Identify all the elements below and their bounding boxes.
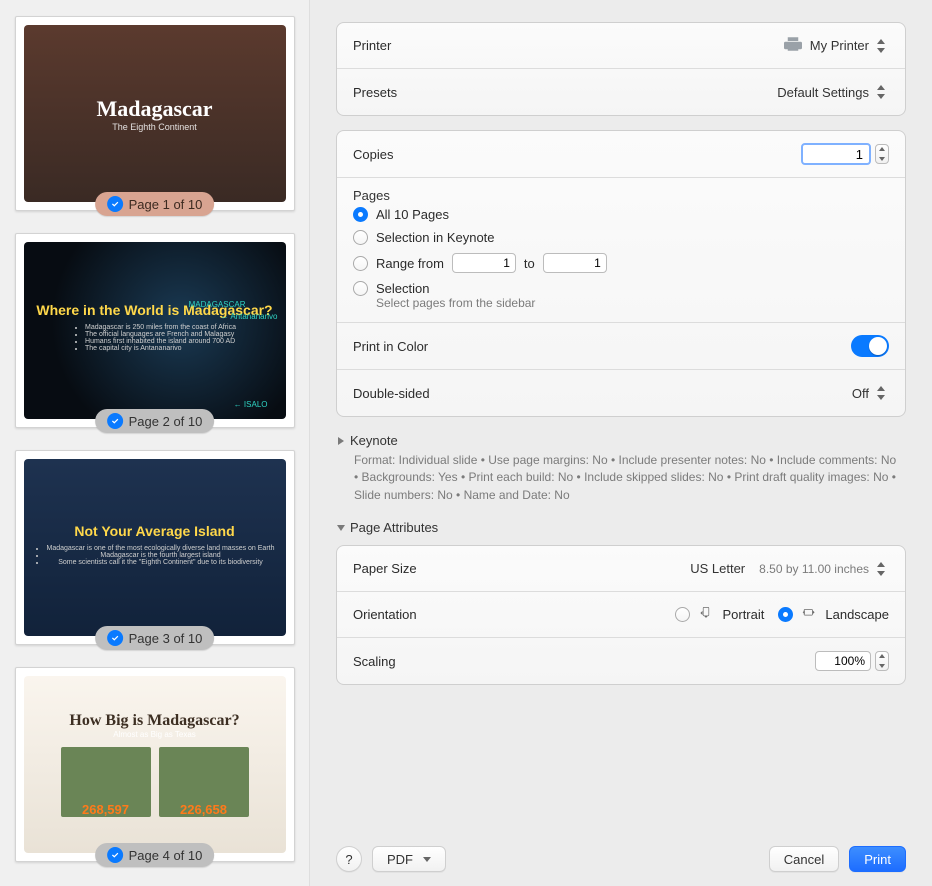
page-chip[interactable]: Page 3 of 10 [95,626,215,650]
popup-chevrons-icon [875,385,889,401]
check-icon[interactable] [107,630,123,646]
thumbnail-page-1[interactable]: Madagascar The Eighth Continent Page 1 o… [15,16,295,211]
page-chip[interactable]: Page 2 of 10 [95,409,215,433]
dropdown-icon [423,857,431,862]
radio-label: Landscape [825,607,889,622]
page-chip-label: Page 1 of 10 [129,197,203,212]
printer-icon [784,37,804,54]
pages-section-label: Pages [337,178,905,205]
map-label: ← ISALO [234,400,268,409]
orientation-portrait-icon [698,606,714,623]
check-icon[interactable] [107,413,123,429]
pages-selection-option[interactable]: Selection [353,281,889,296]
double-sided-label: Double-sided [353,386,430,401]
page-sidebar: Madagascar The Eighth Continent Page 1 o… [0,0,310,886]
paper-size-desc: 8.50 by 11.00 inches [759,562,869,576]
keynote-disclosure[interactable]: Keynote [336,431,906,452]
keynote-format-details: Format: Individual slide • Use page marg… [336,452,906,504]
popup-chevrons-icon [875,561,889,577]
printer-label: Printer [353,38,391,53]
radio-label: Selection in Keynote [376,230,495,245]
page-chip-label: Page 2 of 10 [129,414,203,429]
page-chip[interactable]: Page 1 of 10 [95,192,215,216]
print-options-panel: Printer My Printer Presets Default Setti… [310,0,932,886]
printer-popup[interactable]: My Printer [784,37,889,54]
pdf-label: PDF [387,852,413,867]
check-icon[interactable] [107,847,123,863]
orientation-landscape-icon [801,606,817,623]
radio-icon [353,207,368,222]
dialog-footer: ? PDF Cancel Print [336,836,906,872]
scaling-label: Scaling [353,654,396,669]
pages-range-option[interactable]: Range from to [353,253,889,273]
print-button[interactable]: Print [849,846,906,872]
pages-all-option[interactable]: All 10 Pages [353,207,889,222]
slide-title: Not Your Average Island [74,523,234,539]
page-chip[interactable]: Page 4 of 10 [95,843,215,867]
range-to-input[interactable] [543,253,607,273]
selection-hint: Select pages from the sidebar [376,296,889,310]
disclosure-triangle-icon [338,437,344,445]
radio-icon [353,281,368,296]
thumbnail-page-3[interactable]: Not Your Average Island Madagascar is on… [15,450,295,645]
page-attributes-title: Page Attributes [350,520,438,535]
pages-selection-in-app-option[interactable]: Selection in Keynote [353,230,889,245]
thumbnail-page-4[interactable]: How Big is Madagascar? Almost as Big as … [15,667,295,862]
double-sided-popup[interactable]: Off [852,385,889,401]
help-button[interactable]: ? [336,846,362,872]
map-label: MADAGASCAR [189,300,246,309]
printer-value: My Printer [810,38,869,53]
pdf-dropdown-button[interactable]: PDF [372,846,446,872]
slide-subtitle: The Eighth Continent [112,122,197,132]
popup-chevrons-icon [875,84,889,100]
range-to-label: to [524,256,535,271]
radio-label: Portrait [722,607,764,622]
copies-input[interactable] [801,143,871,165]
page-chip-label: Page 4 of 10 [129,848,203,863]
print-in-color-label: Print in Color [353,339,428,354]
radio-icon [778,607,793,622]
keynote-section-title: Keynote [350,433,398,448]
orientation-portrait-option[interactable]: Portrait [675,606,764,623]
slide-bullets: Madagascar is 250 miles from the coast o… [73,324,236,352]
radio-label: All 10 Pages [376,207,449,222]
slide-subtitle: Almost as Big as Texas [113,730,196,739]
orientation-label: Orientation [353,607,417,622]
popup-chevrons-icon [875,38,889,54]
disclosure-triangle-icon [337,525,345,531]
paper-size-popup[interactable]: US Letter 8.50 by 11.00 inches [690,561,889,577]
scaling-stepper-buttons[interactable] [875,651,889,671]
copies-label: Copies [353,147,393,162]
presets-value: Default Settings [777,85,869,100]
map-label: ← Antananarivo [221,312,278,321]
copies-stepper [801,143,889,165]
orientation-landscape-option[interactable]: Landscape [778,606,889,623]
paper-size-value: US Letter [690,561,745,576]
page-attributes-disclosure[interactable]: Page Attributes [336,518,906,539]
slide-title: Madagascar [96,96,212,122]
pages-radio-group: All 10 Pages Selection in Keynote Range … [337,205,905,323]
cancel-button[interactable]: Cancel [769,846,839,872]
presets-label: Presets [353,85,397,100]
thumbnail-page-2[interactable]: Where in the World is Madagascar? Madaga… [15,233,295,428]
range-from-input[interactable] [452,253,516,273]
print-in-color-switch[interactable] [851,335,889,357]
slide-bullets: Madagascar is one of the most ecological… [34,545,274,566]
stat-left: 268,597 [82,802,129,817]
radio-label: Selection [376,281,429,296]
stat-right: 226,658 [180,802,227,817]
copies-stepper-buttons[interactable] [875,144,889,164]
check-icon[interactable] [107,196,123,212]
scaling-input[interactable] [815,651,871,671]
radio-icon [353,230,368,245]
radio-icon [675,607,690,622]
radio-icon [353,256,368,271]
paper-size-label: Paper Size [353,561,417,576]
slide-title: How Big is Madagascar? [69,712,239,730]
double-sided-value: Off [852,386,869,401]
page-chip-label: Page 3 of 10 [129,631,203,646]
scaling-stepper [815,651,889,671]
radio-label: Range from [376,256,444,271]
presets-popup[interactable]: Default Settings [777,84,889,100]
